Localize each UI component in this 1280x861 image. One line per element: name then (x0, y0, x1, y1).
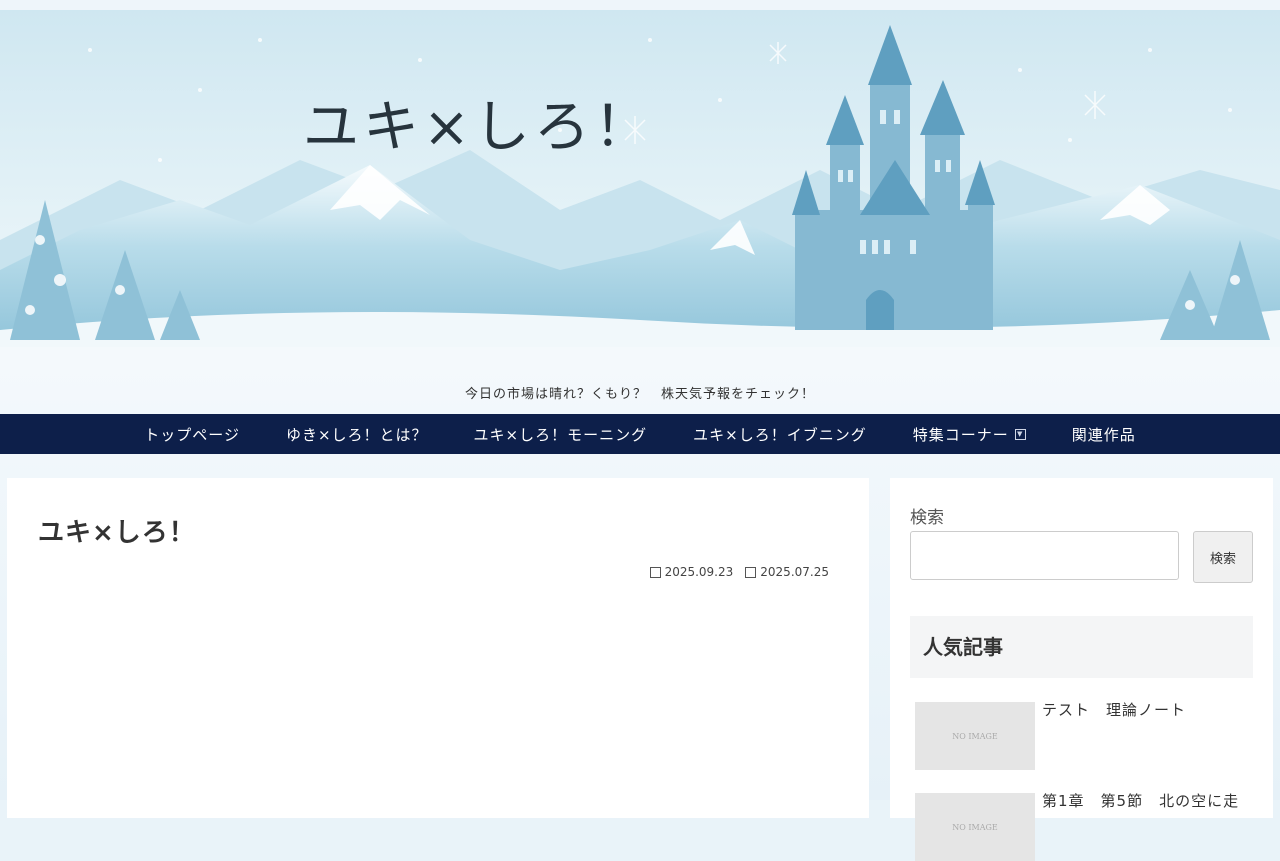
nav-item-label: ユキ×しろ！イブニング (693, 425, 867, 444)
popular-posts-heading: 人気記事 (910, 616, 1253, 678)
chevron-down-icon: ▼ (1014, 428, 1026, 440)
popular-post-title[interactable]: テスト 理論ノート (1042, 699, 1186, 720)
nav-item-about[interactable]: ゆき×しろ！とは？ (263, 424, 451, 445)
nav-item-label: 特集コーナー (912, 425, 1009, 444)
site-tagline: 今日の市場は晴れ？くもり？ 株天気予報をチェック！ (464, 387, 815, 402)
search-button[interactable]: 検索 (1193, 531, 1253, 583)
nav-item-label: ゆき×しろ！とは？ (285, 425, 428, 444)
published-date-text: 2025.09.23 (664, 565, 734, 579)
sidebar: 検索 検索 人気記事 NO IMAGE テスト 理論ノート NO IMAGE 第… (890, 478, 1273, 861)
main-navigation: トップページ ゆき×しろ！とは？ ユキ×しろ！モーニング ユキ×しろ！イブニング… (0, 414, 1280, 454)
post-thumbnail[interactable]: NO IMAGE (915, 702, 1035, 770)
search-label: 検索 (910, 508, 944, 528)
main-content: ユキ×しろ！ 2025.09.23 2025.07.25 (7, 478, 869, 818)
header-banner[interactable]: ユキ×しろ！ (0, 10, 1280, 347)
post-thumbnail[interactable]: NO IMAGE (915, 793, 1035, 861)
nav-item-top[interactable]: トップページ (121, 424, 263, 445)
site-logo[interactable]: ユキ×しろ！ (303, 82, 654, 163)
nav-item-morning[interactable]: ユキ×しろ！モーニング (451, 424, 671, 445)
nav-item-evening[interactable]: ユキ×しろ！イブニング (670, 424, 890, 445)
nav-item-label: 関連作品 (1071, 425, 1136, 444)
refresh-icon (745, 566, 757, 578)
top-strip (0, 0, 1280, 10)
post-dates: 2025.09.23 2025.07.25 (649, 565, 829, 579)
popular-post-title[interactable]: 第1章 第5節 北の空に走 (1042, 790, 1239, 811)
search-input[interactable] (910, 531, 1179, 580)
published-date: 2025.09.23 (649, 565, 734, 579)
nav-item-features[interactable]: 特集コーナー ▼ (890, 424, 1049, 445)
updated-date: 2025.07.25 (745, 565, 829, 579)
post-title: ユキ×しろ！ (38, 518, 196, 548)
nav-item-label: トップページ (144, 425, 240, 444)
updated-date-text: 2025.07.25 (760, 565, 829, 579)
clock-icon (649, 566, 661, 578)
banner-illustration (0, 10, 1280, 347)
nav-item-label: ユキ×しろ！モーニング (473, 425, 648, 444)
nav-item-related[interactable]: 関連作品 (1049, 424, 1159, 445)
